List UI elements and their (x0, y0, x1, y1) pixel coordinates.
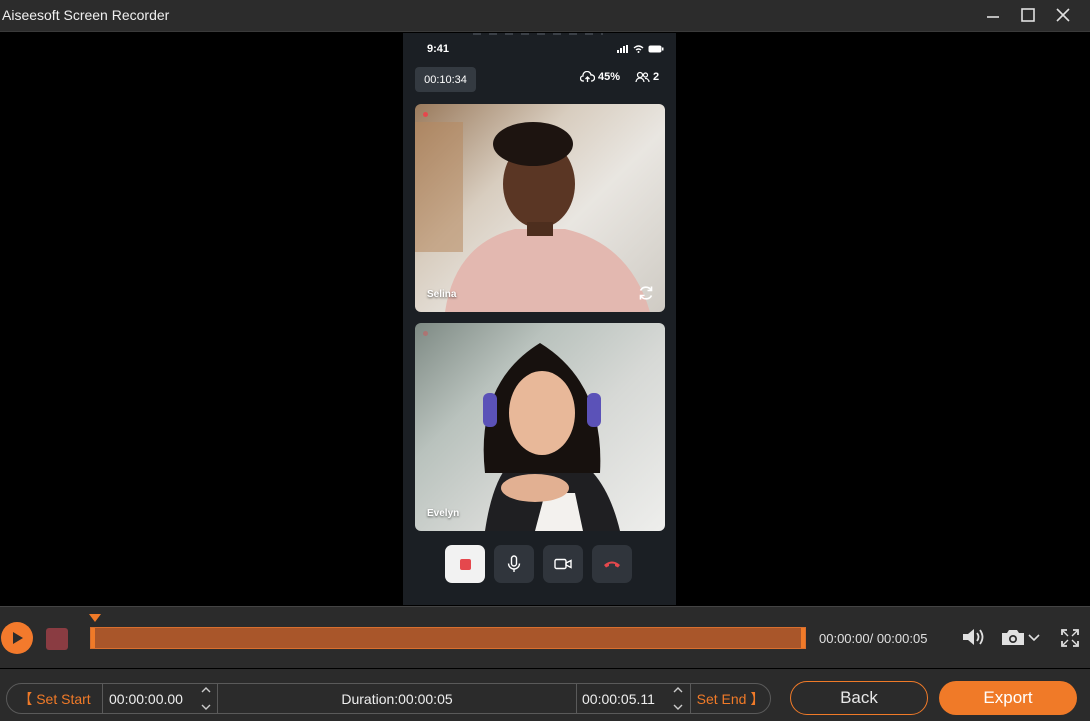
chevron-up-icon[interactable] (673, 686, 683, 693)
camera-button[interactable] (543, 545, 583, 583)
camera-icon (1002, 630, 1024, 645)
maximize-button[interactable] (1015, 4, 1041, 26)
volume-button[interactable] (961, 626, 987, 653)
microphone-button[interactable] (494, 545, 534, 583)
play-icon (13, 632, 23, 644)
participant-name: Selina (427, 289, 457, 300)
close-icon (1056, 8, 1070, 22)
hang-up-icon (604, 561, 620, 568)
video-camera-icon (554, 558, 572, 570)
chevron-up-icon[interactable] (201, 686, 211, 693)
phone-clock: 9:41 (427, 43, 450, 55)
wifi-icon (633, 45, 644, 53)
signal-icon (617, 45, 628, 53)
trim-group: 【 Set Start 00:00:00.00 Duration:00:00:0… (6, 683, 771, 714)
back-button[interactable]: Back (790, 681, 928, 715)
end-call-button[interactable] (592, 545, 632, 583)
trim-end-handle[interactable] (801, 628, 805, 648)
microphone-icon (507, 555, 521, 572)
time-readout: 00:00:00/ 00:00:05 (819, 631, 928, 646)
end-time-stepper[interactable] (671, 686, 685, 711)
close-button[interactable] (1050, 4, 1076, 26)
phone-recording: 9:41 00:10:34 45% 2 Selina Evelyn (403, 33, 676, 605)
play-button[interactable] (1, 622, 33, 654)
participants-count: 2 (635, 71, 659, 83)
participant-name: Evelyn (427, 508, 460, 519)
cloud-upload-icon (580, 71, 595, 82)
fullscreen-button[interactable] (1060, 628, 1080, 653)
maximize-icon (1021, 8, 1035, 22)
trim-controls: 【 Set Start 00:00:00.00 Duration:00:00:0… (0, 669, 1090, 721)
volume-icon (963, 629, 984, 645)
recording-indicator (423, 331, 428, 336)
start-time-stepper[interactable] (199, 686, 213, 711)
upload-status: 45% (580, 71, 620, 83)
chevron-down-icon (1028, 634, 1040, 642)
set-start-button[interactable]: 【 Set Start (7, 684, 103, 713)
timeline-track[interactable] (90, 627, 806, 649)
set-end-button[interactable]: Set End 】 (690, 684, 770, 713)
title-bar: Aiseesoft Screen Recorder (0, 0, 1090, 32)
minimize-button[interactable] (980, 4, 1006, 26)
upload-percent: 45% (598, 71, 621, 83)
call-controls (445, 545, 632, 583)
record-button[interactable] (445, 545, 485, 583)
duration-display: Duration:00:00:05 (217, 684, 577, 713)
end-time-field[interactable]: 00:00:05.11 (582, 684, 655, 713)
playback-bar: 00:00:00/ 00:00:05 (0, 606, 1090, 668)
playhead-marker[interactable] (89, 614, 101, 622)
switch-camera-icon[interactable] (637, 284, 655, 302)
person-video (483, 343, 620, 531)
fullscreen-icon (1061, 629, 1079, 647)
trim-start-handle[interactable] (91, 628, 95, 648)
snapshot-button[interactable] (1000, 627, 1040, 647)
phone-status-bar: 9:41 (403, 43, 676, 59)
minimize-icon (987, 16, 999, 18)
stop-button[interactable] (46, 628, 68, 650)
participant-count: 2 (653, 71, 660, 83)
call-timer: 00:10:34 (415, 67, 476, 92)
video-tile-evelyn: Evelyn (415, 323, 665, 531)
battery-icon (648, 45, 664, 53)
recording-indicator (423, 112, 428, 117)
export-button[interactable]: Export (939, 681, 1077, 715)
chevron-down-icon[interactable] (673, 704, 683, 711)
person-video (415, 122, 650, 312)
chevron-down-icon[interactable] (201, 704, 211, 711)
start-time-field[interactable]: 00:00:00.00 (109, 684, 183, 713)
record-stop-icon (459, 558, 471, 570)
window-title: Aiseesoft Screen Recorder (2, 7, 170, 23)
users-icon (635, 71, 650, 83)
video-tile-selina: Selina (415, 104, 665, 312)
video-preview: 9:41 00:10:34 45% 2 Selina Evelyn (0, 33, 1090, 605)
